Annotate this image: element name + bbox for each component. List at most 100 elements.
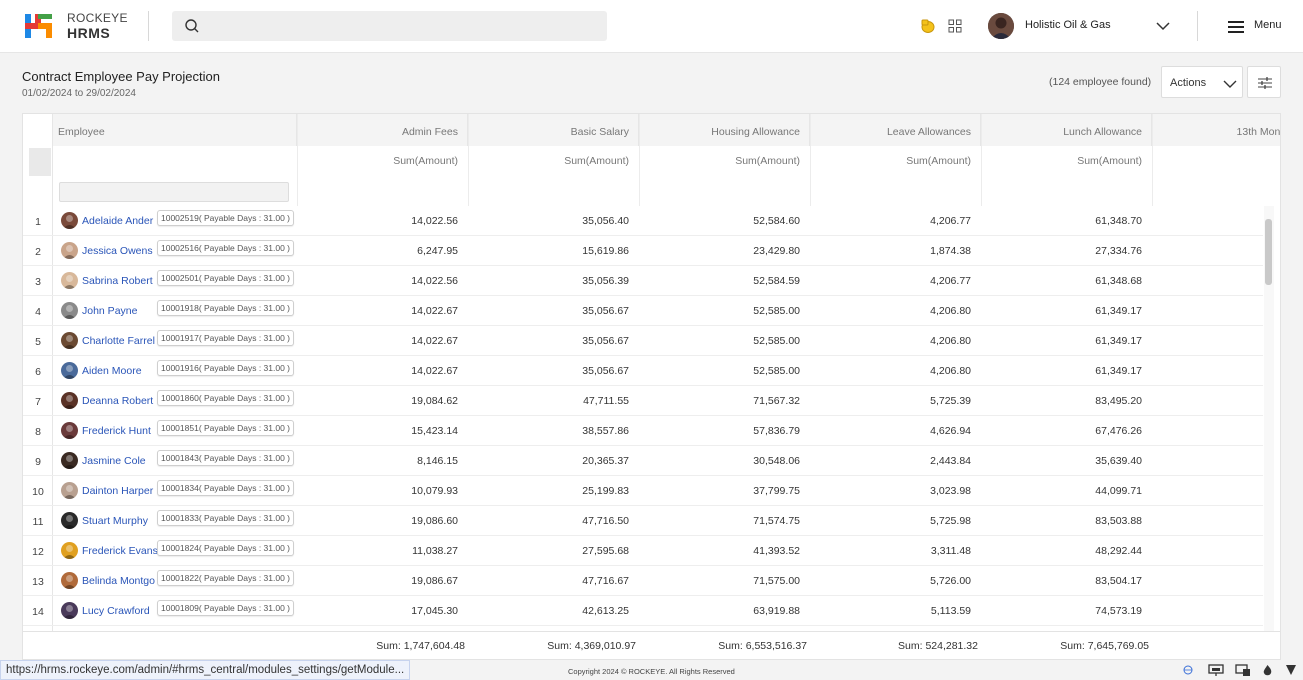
amount-cell[interactable]: 61,349.17 (981, 335, 1142, 347)
amount-cell[interactable]: 83,503.88 (981, 515, 1142, 527)
amount-cell[interactable]: 47,716.67 (468, 575, 629, 587)
amount-cell[interactable]: 6,247.95 (297, 245, 458, 257)
table-row[interactable]: 2 Jessica Owens 10002516( Payable Days : 3… (23, 236, 1263, 266)
employee-name-link[interactable]: Dainton Harper (82, 485, 158, 497)
amount-cell[interactable]: 2,443.84 (810, 455, 971, 467)
company-name[interactable]: Holistic Oil & Gas (1025, 19, 1111, 31)
amount-cell[interactable]: 4,626.94 (810, 425, 971, 437)
amount-cell[interactable]: 38,557.86 (468, 425, 629, 437)
screen-share-icon[interactable] (1235, 664, 1251, 677)
amount-cell[interactable]: 3,023.98 (810, 485, 971, 497)
table-row[interactable]: 5 Charlotte Farrel 10001917( Payable Days … (23, 326, 1263, 356)
amount-cell[interactable]: 35,056.40 (468, 215, 629, 227)
amount-cell[interactable]: 37,799.75 (639, 485, 800, 497)
employee-name-link[interactable]: Sabrina Robert (82, 275, 158, 287)
amount-cell[interactable]: 35,056.67 (468, 365, 629, 377)
amount-cell[interactable]: 5,725.39 (810, 395, 971, 407)
amount-cell[interactable]: 74,573.19 (981, 605, 1142, 617)
amount-cell[interactable]: 15,423.14 (297, 425, 458, 437)
amount-cell[interactable]: 52,584.59 (639, 275, 800, 287)
amount-cell[interactable]: 83,504.17 (981, 575, 1142, 587)
amount-cell[interactable]: 42,613.25 (468, 605, 629, 617)
amount-cell[interactable]: 52,585.00 (639, 335, 800, 347)
amount-cell[interactable]: 44,099.71 (981, 485, 1142, 497)
table-row[interactable]: 14 Lucy Crawford 10001809( Payable Days : … (23, 596, 1263, 626)
amount-cell[interactable]: 19,086.67 (297, 575, 458, 587)
amount-cell[interactable]: 4,206.80 (810, 305, 971, 317)
employee-filter-input[interactable] (59, 182, 289, 202)
employee-name-link[interactable]: Charlotte Farrel (82, 335, 158, 347)
table-row[interactable]: 10 Dainton Harper 10001834( Payable Days :… (23, 476, 1263, 506)
column-header[interactable]: Lunch Allowance (981, 126, 1142, 138)
amount-cell[interactable]: 11,038.27 (297, 545, 458, 557)
amount-cell[interactable]: 61,349.17 (981, 365, 1142, 377)
apps-grid-icon[interactable] (948, 19, 962, 33)
amount-cell[interactable]: 23,429.80 (639, 245, 800, 257)
table-row[interactable]: 13 Belinda Montgo 10001822( Payable Days :… (23, 566, 1263, 596)
amount-cell[interactable]: 35,639.40 (981, 455, 1142, 467)
chevron-down-icon[interactable] (1155, 19, 1171, 33)
monitor-icon[interactable] (1208, 664, 1224, 677)
amount-cell[interactable]: 52,585.00 (639, 305, 800, 317)
amount-cell[interactable]: 27,595.68 (468, 545, 629, 557)
employee-name-link[interactable]: John Payne (82, 305, 158, 317)
table-row[interactable]: 12 Frederick Evans 10001824( Payable Days … (23, 536, 1263, 566)
amount-cell[interactable]: 8,146.15 (297, 455, 458, 467)
amount-cell[interactable]: 4,206.77 (810, 215, 971, 227)
employee-name-link[interactable]: Deanna Robert (82, 395, 158, 407)
flame-icon[interactable] (1262, 664, 1273, 677)
amount-cell[interactable]: 35,056.39 (468, 275, 629, 287)
help-icon[interactable] (1285, 664, 1297, 676)
employee-name-link[interactable]: Frederick Hunt (82, 425, 158, 437)
amount-cell[interactable]: 1,874.38 (810, 245, 971, 257)
table-row[interactable]: 6 Aiden Moore 10001916( Payable Days : 31.… (23, 356, 1263, 386)
amount-cell[interactable]: 71,567.32 (639, 395, 800, 407)
employee-column-header[interactable]: Employee (58, 126, 105, 138)
amount-cell[interactable]: 47,711.55 (468, 395, 629, 407)
actions-dropdown[interactable]: Actions (1161, 66, 1243, 98)
column-header[interactable]: Housing Allowance (639, 126, 800, 138)
employee-name-link[interactable]: Lucy Crawford (82, 605, 158, 617)
employee-name-link[interactable]: Belinda Montgo (82, 575, 158, 587)
amount-cell[interactable]: 27,334.76 (981, 245, 1142, 257)
amount-cell[interactable]: 20,365.37 (468, 455, 629, 467)
employee-name-link[interactable]: Stuart Murphy (82, 515, 158, 527)
filter-settings-button[interactable] (1247, 66, 1281, 98)
amount-cell[interactable]: 61,348.70 (981, 215, 1142, 227)
amount-cell[interactable]: 14,022.56 (297, 215, 458, 227)
amount-cell[interactable]: 61,349.17 (981, 305, 1142, 317)
column-header[interactable]: 13th Month Sala (1152, 126, 1280, 138)
amount-cell[interactable]: 14,022.56 (297, 275, 458, 287)
column-header[interactable]: Admin Fees (297, 126, 458, 138)
amount-cell[interactable]: 19,084.62 (297, 395, 458, 407)
table-row[interactable]: 3 Sabrina Robert 10002501( Payable Days : … (23, 266, 1263, 296)
amount-cell[interactable]: 4,206.77 (810, 275, 971, 287)
column-header[interactable]: Leave Allowances (810, 126, 971, 138)
amount-cell[interactable]: 71,574.75 (639, 515, 800, 527)
amount-cell[interactable]: 10,079.93 (297, 485, 458, 497)
employee-name-link[interactable]: Aiden Moore (82, 365, 158, 377)
hamburger-menu-icon[interactable] (1228, 20, 1244, 34)
amount-cell[interactable]: 47,716.50 (468, 515, 629, 527)
amount-cell[interactable]: 61,348.68 (981, 275, 1142, 287)
amount-cell[interactable]: 71,575.00 (639, 575, 800, 587)
amount-cell[interactable]: 48,292.44 (981, 545, 1142, 557)
amount-cell[interactable]: 4,206.80 (810, 335, 971, 347)
table-row[interactable]: 8 Frederick Hunt 10001851( Payable Days : … (23, 416, 1263, 446)
amount-cell[interactable]: 35,056.67 (468, 305, 629, 317)
amount-cell[interactable]: 41,393.52 (639, 545, 800, 557)
amount-cell[interactable]: 5,113.59 (810, 605, 971, 617)
employee-name-link[interactable]: Jessica Owens (82, 245, 158, 257)
amount-cell[interactable]: 19,086.60 (297, 515, 458, 527)
amount-cell[interactable]: 35,056.67 (468, 335, 629, 347)
amount-cell[interactable]: 57,836.79 (639, 425, 800, 437)
menu-button[interactable]: Menu (1254, 19, 1282, 31)
table-row[interactable]: 11 Stuart Murphy 10001833( Payable Days : … (23, 506, 1263, 536)
amount-cell[interactable]: 5,726.00 (810, 575, 971, 587)
amount-cell[interactable]: 15,619.86 (468, 245, 629, 257)
table-row[interactable]: 1 Adelaide Ander 10002519( Payable Days : … (23, 206, 1263, 236)
amount-cell[interactable]: 14,022.67 (297, 365, 458, 377)
rockeye-logo-icon[interactable] (24, 12, 54, 40)
table-row[interactable]: 7 Deanna Robert 10001860( Payable Days : 3… (23, 386, 1263, 416)
employee-name-link[interactable]: Adelaide Ander (82, 215, 158, 227)
